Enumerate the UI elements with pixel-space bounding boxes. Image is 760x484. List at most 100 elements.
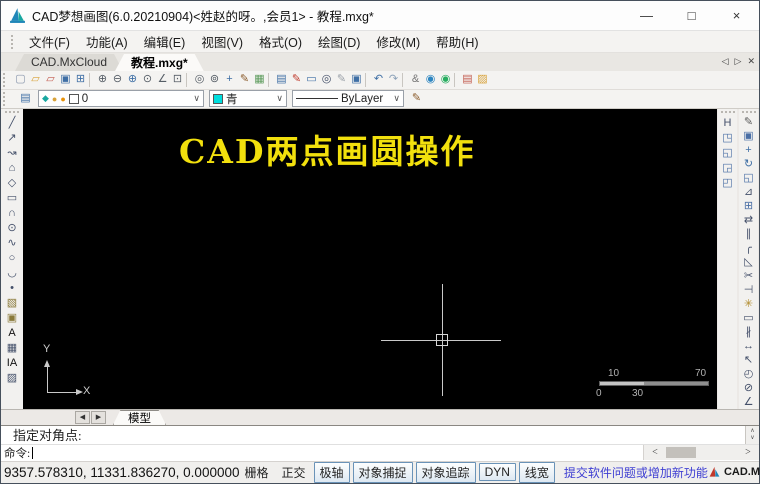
menu-item[interactable]: 编辑(E) <box>136 30 194 53</box>
insert-block-icon[interactable]: ▧ <box>4 296 21 311</box>
viewport-icon[interactable]: ▭ <box>304 72 319 88</box>
zoom-corner-icon[interactable]: ∠ <box>155 72 170 88</box>
pan-icon[interactable]: + <box>222 72 237 88</box>
scale-icon[interactable]: ◱ <box>740 172 757 186</box>
menu-item[interactable]: 文件(F) <box>21 30 78 53</box>
fillet-icon[interactable]: ╭ <box>740 242 757 256</box>
pdf-export-icon[interactable]: ▤ <box>460 72 475 88</box>
tab-scroll-left-icon[interactable]: ◁ <box>722 56 729 67</box>
toolbar-icon[interactable] <box>268 73 273 87</box>
document-tab[interactable]: CAD.MxCloud <box>15 54 123 71</box>
line-icon[interactable]: ╱ <box>4 116 21 131</box>
color-select[interactable]: 青 ∨ <box>209 90 287 107</box>
erase-icon[interactable]: ✎ <box>740 116 757 130</box>
send-to-back-icon[interactable]: ◱ <box>719 146 736 161</box>
status-toggle[interactable]: 线宽 <box>519 462 555 483</box>
dim-diameter-icon[interactable]: ⊘ <box>740 382 757 396</box>
save-block-icon[interactable]: ▣ <box>349 72 364 88</box>
array-icon[interactable]: ⊞ <box>740 200 757 214</box>
zoom-realtime-icon[interactable]: ⊕ <box>95 72 110 88</box>
new-file-icon[interactable]: ▢ <box>13 72 28 88</box>
document-tab[interactable]: 教程.mxg* <box>115 54 204 71</box>
linetype-select[interactable]: ByLayer ∨ <box>292 90 404 107</box>
close-button[interactable]: × <box>714 1 759 31</box>
clean-icon[interactable]: ✎ <box>334 72 349 88</box>
cloud-site-icon[interactable]: ◉ <box>438 72 453 88</box>
chamfer-icon[interactable]: ◺ <box>740 256 757 270</box>
open-cloud-file-icon[interactable]: ▱ <box>43 72 58 88</box>
scrollbar-thumb[interactable] <box>666 447 696 458</box>
maximize-button[interactable]: □ <box>669 1 714 31</box>
save-as-icon[interactable]: ⊞ <box>73 72 88 88</box>
brand-badge[interactable]: CAD.MxCloud <box>708 466 760 479</box>
send-below-icon[interactable]: ◰ <box>719 176 736 191</box>
dim-angular-icon[interactable]: ∠ <box>740 396 757 410</box>
image-attach-icon[interactable]: ▦ <box>252 72 267 88</box>
explode-icon[interactable]: ✳ <box>740 298 757 312</box>
open-file-icon[interactable]: ▱ <box>28 72 43 88</box>
zoom-extents-icon[interactable]: ⊚ <box>207 72 222 88</box>
menu-item[interactable]: 视图(V) <box>193 30 251 53</box>
zoom-previous-icon[interactable]: ◎ <box>192 72 207 88</box>
scroll-left-icon[interactable]: < <box>644 447 666 458</box>
dim-radius-icon[interactable]: ◴ <box>740 368 757 382</box>
arc-icon[interactable]: ∩ <box>4 206 21 221</box>
tab-scroll-right-icon[interactable]: ▷ <box>735 56 742 67</box>
cloud-drawing-icon[interactable]: ▨ <box>475 72 490 88</box>
circle-icon[interactable]: ⊙ <box>4 221 21 236</box>
drawing-canvas[interactable]: CAD两点画圆操作 Y X 10 70 0 30 <box>23 109 717 409</box>
menu-item[interactable]: 绘图(D) <box>310 30 368 53</box>
copy-icon[interactable]: ▣ <box>740 130 757 144</box>
linetype-brush-icon[interactable]: ✎ <box>409 91 424 107</box>
command-history-scroll[interactable]: ∧∨ <box>745 426 759 444</box>
dim-linear-icon[interactable]: ↔ <box>740 340 757 354</box>
bring-to-front-icon[interactable]: ◳ <box>719 131 736 146</box>
zoom-window-icon[interactable]: ⊡ <box>170 72 185 88</box>
extend-icon[interactable]: ⊣ <box>740 284 757 298</box>
redline-icon[interactable]: ✎ <box>237 72 252 88</box>
polyline-icon[interactable]: ↝ <box>4 146 21 161</box>
layer-select[interactable]: ◆ ● ● 0 ∨ <box>38 90 204 107</box>
website-icon[interactable]: ◉ <box>423 72 438 88</box>
status-toggle[interactable]: 对象捕捉 <box>353 462 413 483</box>
menu-item[interactable]: 功能(A) <box>78 30 136 53</box>
status-toggle[interactable]: 正交 <box>277 463 311 482</box>
ray-icon[interactable]: ↗ <box>4 131 21 146</box>
polygon-icon[interactable]: ⌂ <box>4 161 21 176</box>
command-input-line[interactable]: 命令: < > <box>1 444 759 461</box>
zoom-out-icon[interactable]: ⊖ <box>110 72 125 88</box>
bring-above-icon[interactable]: ◲ <box>719 161 736 176</box>
mtext-icon[interactable]: IA <box>4 356 21 371</box>
model-tab[interactable]: 模型 <box>113 410 166 425</box>
mirror-icon[interactable]: ⇄ <box>740 214 757 228</box>
draworder-icon[interactable]: H <box>719 116 736 131</box>
toolbar-icon[interactable] <box>454 73 459 87</box>
toolbar-icon[interactable] <box>186 73 191 87</box>
point-icon[interactable]: • <box>4 281 21 296</box>
dim-leader-icon[interactable]: ↖ <box>740 354 757 368</box>
layout-next-icon[interactable]: ▶ <box>91 411 106 424</box>
minimize-button[interactable]: — <box>624 1 669 31</box>
table-icon[interactable]: ▦ <box>4 341 21 356</box>
ellipse-icon[interactable]: ○ <box>4 251 21 266</box>
rotate-icon[interactable]: ↻ <box>740 158 757 172</box>
command-hscrollbar[interactable]: < > <box>643 445 759 460</box>
region-icon[interactable]: ▭ <box>740 312 757 326</box>
status-toggle[interactable]: 极轴 <box>314 462 350 483</box>
ellipse-arc-icon[interactable]: ◡ <box>4 266 21 281</box>
tab-close-icon[interactable]: ✕ <box>747 56 755 67</box>
find-icon[interactable]: ◎ <box>319 72 334 88</box>
status-toggle[interactable]: DYN <box>479 463 516 481</box>
toolbar-icon[interactable] <box>89 73 94 87</box>
feedback-link[interactable]: 提交软件问题或增加新功能 <box>564 464 708 481</box>
layer-manager-icon[interactable]: ▤ <box>274 72 289 88</box>
toolbar-icon[interactable] <box>402 73 407 87</box>
toolbar-icon[interactable] <box>365 73 370 87</box>
hatch-icon[interactable]: ▨ <box>4 371 21 386</box>
zoom-in-icon[interactable]: ⊕ <box>125 72 140 88</box>
link-icon[interactable]: & <box>408 72 423 88</box>
status-toggle[interactable]: 对象追踪 <box>416 462 476 483</box>
status-toggle[interactable]: 栅格 <box>239 463 273 482</box>
menu-item[interactable]: 修改(M) <box>368 30 428 53</box>
zoom-scale-icon[interactable]: ⊙ <box>140 72 155 88</box>
